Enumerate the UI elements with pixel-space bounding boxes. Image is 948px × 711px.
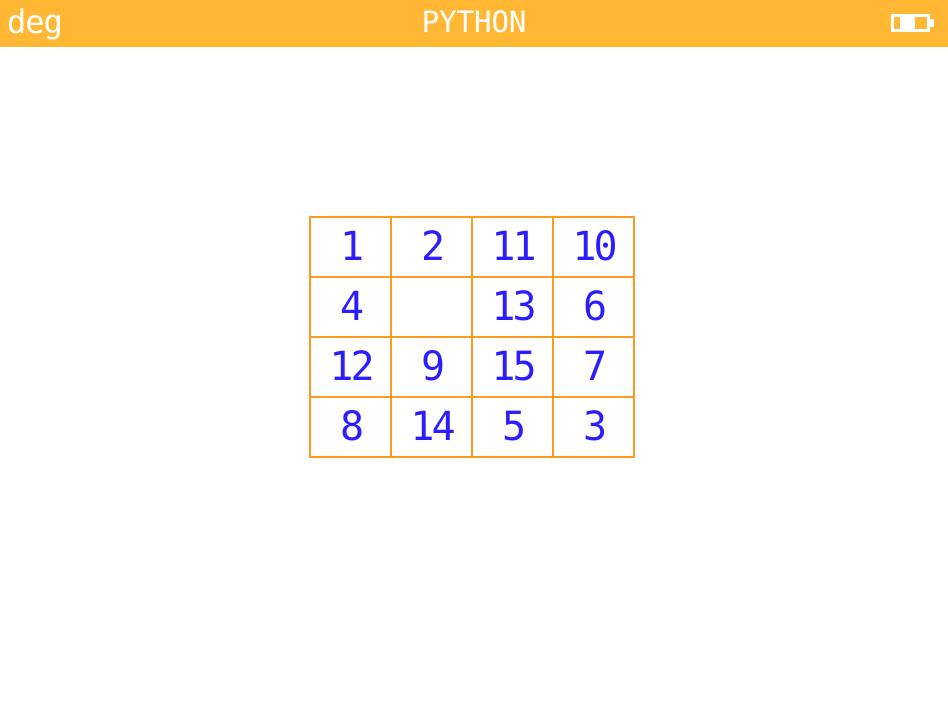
puzzle-tile: 6 <box>554 278 635 338</box>
puzzle-tile: 4 <box>311 278 392 338</box>
puzzle-tile: 5 <box>473 398 554 458</box>
puzzle-tile: 13 <box>473 278 554 338</box>
calculator-screen: deg PYTHON 1 2 11 10 4 13 6 12 9 15 7 8 … <box>0 0 948 711</box>
puzzle-tile: 7 <box>554 338 635 398</box>
puzzle-tile: 14 <box>392 398 473 458</box>
puzzle-tile: 12 <box>311 338 392 398</box>
puzzle-empty-tile <box>392 278 473 338</box>
puzzle-tile: 8 <box>311 398 392 458</box>
battery-icon <box>891 14 934 32</box>
app-title: PYTHON <box>421 5 527 39</box>
fifteen-puzzle-grid: 1 2 11 10 4 13 6 12 9 15 7 8 14 5 3 <box>309 216 635 458</box>
status-bar: deg PYTHON <box>0 0 948 47</box>
puzzle-tile: 10 <box>554 218 635 278</box>
puzzle-tile: 15 <box>473 338 554 398</box>
puzzle-tile: 3 <box>554 398 635 458</box>
puzzle-tile: 1 <box>311 218 392 278</box>
puzzle-tile: 2 <box>392 218 473 278</box>
puzzle-tile: 9 <box>392 338 473 398</box>
puzzle-tile: 11 <box>473 218 554 278</box>
